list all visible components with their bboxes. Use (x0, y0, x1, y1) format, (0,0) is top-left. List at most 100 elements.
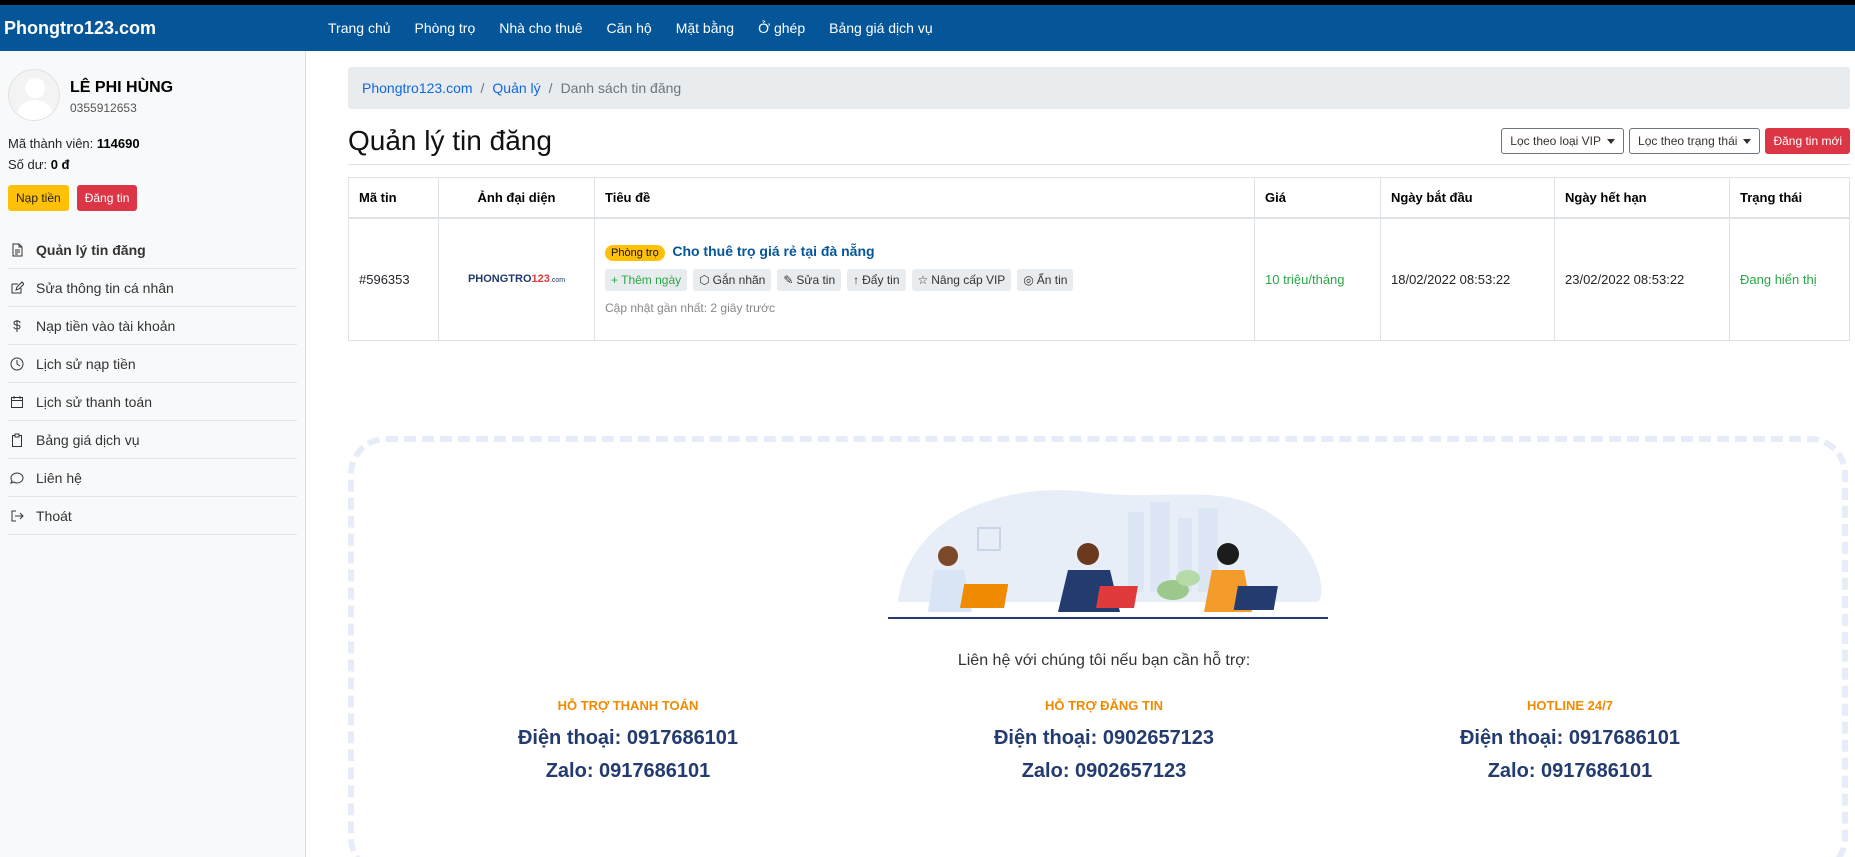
edit-post-text: Sửa tin (796, 273, 836, 288)
tag-label-button[interactable]: ⬡ Gắn nhãn (693, 269, 772, 292)
last-updated: Cập nhật gần nhất: 2 giây trước (605, 301, 776, 316)
user-actions: Nạp tiền Đăng tin (8, 185, 297, 211)
post-title-link[interactable]: Cho thuê trọ giá rẻ tại đà nẵng (672, 243, 874, 259)
sidebar-item-label: Sửa thông tin cá nhân (36, 279, 174, 296)
user-box: LÊ PHI HÙNG 0355912653 (8, 69, 297, 121)
clipboard-icon (8, 431, 26, 449)
sidebar-item-payment-history[interactable]: Lịch sử thanh toán (8, 383, 297, 421)
pencil-icon: ✎ (783, 273, 794, 288)
filter-vip-dropdown[interactable]: Lọc theo loại VIP (1501, 127, 1625, 154)
user-meta: Mã thành viên: 114690 Số dư: 0 đ (8, 133, 297, 175)
posts-table: Mã tin Ảnh đại diện Tiêu đề Giá Ngày bắt… (348, 177, 1850, 341)
nav-item-shared[interactable]: Ở ghép (746, 20, 817, 36)
sidebar-item-logout[interactable]: Thoát (8, 497, 297, 535)
support-zalo[interactable]: Zalo: 0902657123 (954, 760, 1254, 783)
nav-item-premises[interactable]: Mặt bằng (664, 20, 746, 36)
sidebar-item-topup-history[interactable]: Lịch sử nạp tiền (8, 345, 297, 383)
support-intro: Liên hệ với chúng tôi nếu bạn cần hỗ trợ… (957, 652, 1251, 669)
post-title-cell: Phòng trọ Cho thuê trọ giá rẻ tại đà nẵn… (594, 217, 1255, 341)
sidebar-item-label: Liên hệ (36, 469, 82, 486)
user-info: LÊ PHI HÙNG 0355912653 (70, 69, 173, 115)
support-phone[interactable]: Điện thoại: 0917686101 (478, 727, 778, 750)
balance-label: Số dư: (8, 157, 48, 172)
nav-item-apartments[interactable]: Căn hộ (595, 20, 664, 36)
top-navbar: Phongtro123.com Trang chủ Phòng trọ Nhà … (0, 5, 1855, 51)
col-header-status: Trạng thái (1729, 177, 1850, 219)
table-row: #596353 PHONGTRO123.com Phòng trọ Cho th… (348, 217, 1850, 341)
sidebar-item-label: Bảng giá dịch vụ (36, 431, 140, 448)
category-badge: Phòng trọ (605, 245, 665, 262)
edit-post-button[interactable]: ✎ Sửa tin (777, 269, 842, 292)
extend-days-button[interactable]: + Thêm ngày (605, 269, 688, 292)
dollar-icon (8, 317, 26, 335)
post-end-date: 23/02/2022 08:53:22 (1554, 217, 1730, 341)
sidebar-item-label: Nạp tiền vào tài khoản (36, 317, 176, 334)
edit-icon (8, 279, 26, 297)
col-header-end: Ngày hết hạn (1554, 177, 1730, 219)
nav-item-houses[interactable]: Nhà cho thuê (487, 20, 594, 36)
support-phone[interactable]: Điện thoại: 0917686101 (1420, 727, 1720, 750)
support-heading: HỖ TRỢ THANH TOÁN (557, 698, 699, 713)
chat-icon (8, 469, 26, 487)
support-heading: HOTLINE 24/7 (1527, 698, 1613, 713)
support-payment: HỖ TRỢ THANH TOÁN Điện thoại: 0917686101… (478, 698, 778, 783)
sidebar-item-label: Thoát (36, 507, 72, 524)
user-phone: 0355912653 (70, 101, 137, 115)
post-status: Đang hiển thị (1729, 217, 1850, 341)
logo-text: PHONGTRO (467, 273, 532, 286)
sidebar-menu: Quản lý tin đăng Sửa thông tin cá nhân N… (8, 231, 297, 535)
post-price: 10 triệu/tháng (1254, 217, 1381, 341)
support-zalo[interactable]: Zalo: 0917686101 (478, 760, 778, 783)
post-button[interactable]: Đăng tin (76, 185, 138, 211)
filter-status-dropdown[interactable]: Lọc theo trạng thái (1629, 127, 1761, 154)
push-post-text: Đẩy tin (862, 273, 900, 288)
sidebar-item-contact[interactable]: Liên hệ (8, 459, 297, 497)
post-thumbnail[interactable]: PHONGTRO123.com (449, 273, 584, 285)
sidebar: LÊ PHI HÙNG 0355912653 Mã thành viên: 11… (0, 51, 306, 857)
upgrade-vip-button[interactable]: ☆ Nâng cấp VIP (911, 269, 1012, 292)
upgrade-vip-text: Nâng cấp VIP (931, 273, 1006, 288)
sidebar-item-topup[interactable]: Nạp tiền vào tài khoản (8, 307, 297, 345)
col-header-price: Giá (1254, 177, 1381, 219)
sidebar-item-pricing[interactable]: Bảng giá dịch vụ (8, 421, 297, 459)
breadcrumb-separator: / (480, 80, 485, 96)
member-id-value: 114690 (96, 136, 140, 151)
document-icon (8, 241, 26, 259)
hide-post-button[interactable]: ◎ Ẩn tin (1017, 269, 1074, 292)
balance-row: Số dư: 0 đ (8, 154, 297, 175)
new-post-button[interactable]: Đăng tin mới (1765, 127, 1850, 154)
logo-domain: .com (549, 277, 566, 285)
main-nav: Trang chủ Phòng trọ Nhà cho thuê Căn hộ … (316, 20, 945, 36)
chevron-down-icon (1743, 138, 1752, 144)
brand-logo[interactable]: Phongtro123.com (0, 18, 316, 39)
sidebar-item-label: Quản lý tin đăng (36, 241, 146, 258)
breadcrumb-home[interactable]: Phongtro123.com (362, 80, 473, 96)
topup-button[interactable]: Nạp tiền (8, 185, 69, 211)
filter-vip-label: Lọc theo loại VIP (1510, 133, 1602, 148)
breadcrumb: Phongtro123.com / Quản lý / Danh sách ti… (348, 67, 1850, 109)
col-header-thumb: Ảnh đại diện (438, 177, 595, 219)
support-zalo[interactable]: Zalo: 0917686101 (1420, 760, 1720, 783)
support-illustration (888, 490, 1328, 619)
clock-icon (8, 355, 26, 373)
support-phone[interactable]: Điện thoại: 0902657123 (954, 727, 1254, 750)
col-header-start: Ngày bắt đầu (1380, 177, 1555, 219)
user-name: LÊ PHI HÙNG (70, 79, 174, 96)
nav-item-home[interactable]: Trang chủ (316, 20, 403, 36)
member-id-label: Mã thành viên: (8, 136, 94, 151)
main-content: Phongtro123.com / Quản lý / Danh sách ti… (348, 51, 1850, 341)
sidebar-item-edit-profile[interactable]: Sửa thông tin cá nhân (8, 269, 297, 307)
tag-label-text: Gắn nhãn (712, 273, 766, 288)
nav-item-pricing[interactable]: Bảng giá dịch vụ (817, 20, 945, 36)
breadcrumb-manage[interactable]: Quản lý (492, 80, 540, 96)
nav-item-rooms[interactable]: Phòng trọ (403, 20, 488, 36)
member-id-row: Mã thành viên: 114690 (8, 133, 297, 154)
star-icon: ☆ (917, 273, 929, 288)
eye-slash-icon: ◎ (1023, 273, 1034, 288)
sidebar-item-manage-posts[interactable]: Quản lý tin đăng (8, 231, 297, 269)
table-header-row: Mã tin Ảnh đại diện Tiêu đề Giá Ngày bắt… (348, 177, 1850, 219)
sidebar-item-label: Lịch sử thanh toán (36, 393, 153, 410)
avatar (8, 69, 60, 121)
push-post-button[interactable]: ↑ Đẩy tin (847, 269, 906, 292)
arrow-up-icon: ↑ (853, 273, 860, 288)
